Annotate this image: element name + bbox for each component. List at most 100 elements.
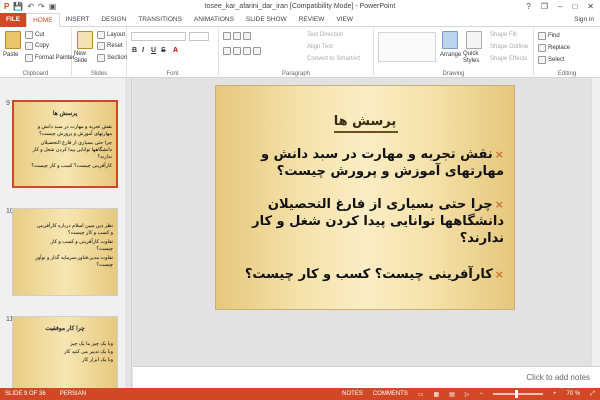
canvas-scrollbar[interactable]	[591, 78, 600, 366]
help-button[interactable]: ?	[526, 2, 530, 11]
slide-bullet-2[interactable]: ×چرا حتی بسیاری از فارغ التحصیلان دانشگا…	[224, 196, 504, 247]
arrange-icon[interactable]	[442, 31, 458, 49]
format-painter-button[interactable]: Format Painter	[25, 54, 75, 62]
align-buttons[interactable]	[223, 47, 261, 55]
notes-pane[interactable]: Click to add notes	[133, 366, 600, 388]
reset-icon	[97, 42, 105, 50]
new-slide-icon[interactable]	[77, 31, 93, 49]
notes-toggle[interactable]: NOTES	[342, 391, 363, 397]
reset-button[interactable]: Reset	[97, 42, 123, 50]
close-button[interactable]: ✕	[587, 2, 594, 11]
tab-home[interactable]: HOME	[26, 12, 60, 27]
comments-toggle[interactable]: COMMENTS	[373, 391, 408, 397]
zoom-out-icon[interactable]: −	[479, 391, 483, 397]
italic-button[interactable]: I	[142, 47, 144, 54]
sign-in-link[interactable]: Sign in	[574, 16, 600, 23]
layout-button[interactable]: Layout	[97, 31, 125, 39]
thumbnail-line: دانشگاهها توانایی پیدا کردن شغل و کار	[32, 147, 112, 153]
tab-review[interactable]: REVIEW	[293, 13, 331, 27]
align-center-icon	[233, 47, 241, 55]
select-button[interactable]: Select	[538, 56, 565, 64]
ribbon: Paste Cut Copy Format Painter Clipboard …	[0, 27, 600, 78]
bullets-icon	[223, 32, 231, 40]
tab-design[interactable]: DESIGN	[95, 13, 132, 27]
new-slide-button[interactable]: New Slide	[74, 51, 96, 65]
tab-insert[interactable]: INSERT	[60, 13, 96, 27]
section-icon	[97, 54, 105, 62]
copy-button[interactable]: Copy	[25, 42, 49, 50]
fit-slide-icon[interactable]: ⤢	[590, 391, 595, 398]
shape-effects-button[interactable]: Shape Effects	[490, 56, 527, 62]
save-icon[interactable]: 💾	[13, 2, 23, 11]
thumbnail-line: چرا حتی بسیاری از فارغ التحصیلان	[40, 140, 112, 146]
thumbnail-line: ندارند؟	[97, 154, 113, 160]
bullets-button[interactable]	[223, 32, 251, 40]
font-color-button[interactable]: A	[173, 47, 178, 54]
zoom-level[interactable]: 70 %	[567, 391, 581, 397]
slides-label: Slides	[90, 71, 108, 77]
slideshow-view-icon[interactable]: ▷	[465, 391, 470, 398]
tab-view[interactable]: VIEW	[330, 13, 359, 27]
align-left-icon	[223, 47, 231, 55]
ribbon-display-button[interactable]: ❐	[541, 2, 548, 11]
undo-icon[interactable]: ↶	[27, 2, 34, 11]
shapes-gallery[interactable]	[378, 32, 436, 62]
tab-file[interactable]: FILE	[0, 12, 27, 27]
align-text-button[interactable]: Align Text	[307, 44, 333, 50]
powerpoint-logo-icon[interactable]: P	[4, 2, 9, 11]
shape-fill-button[interactable]: Shape Fill	[490, 32, 517, 38]
bullet-text: چرا حتی بسیاری از فارغ التحصیلان	[267, 197, 493, 212]
slide-thumbnail-9[interactable]: پرسش ها نقش تجربه و مهارت در سبد دانش و …	[12, 100, 118, 188]
strikethrough-button[interactable]: S	[161, 47, 166, 54]
redo-icon[interactable]: ↷	[38, 2, 45, 11]
current-slide[interactable]: پرسش ها ×نقش تجربه و مهارت در سبد دانش و…	[215, 85, 515, 310]
convert-smartart-button[interactable]: Convert to SmartArt	[307, 56, 360, 62]
thumbnail-line: تفاوت کارآفرینی و کسب و کار	[50, 239, 113, 245]
find-button[interactable]: Find	[538, 32, 560, 40]
thumbnail-line: وبا یک چیز ما یک چیز	[70, 341, 113, 347]
reading-view-icon[interactable]: ▤	[449, 391, 455, 398]
thumbnail-line: چیست؟	[96, 262, 113, 268]
language-indicator[interactable]: PERSIAN	[60, 391, 86, 397]
slide-bullet-3[interactable]: ×کارآفرینی چیست؟ کسب و کار چیست؟	[224, 266, 504, 283]
tab-animations[interactable]: ANIMATIONS	[188, 13, 240, 27]
zoom-slider-thumb[interactable]	[514, 390, 518, 398]
start-slideshow-icon[interactable]: ▣	[49, 2, 57, 11]
font-name-combo[interactable]	[131, 32, 186, 41]
replace-icon	[538, 44, 546, 52]
title-bar: P 💾 ↶ ↷ ▣ tosee_kar_afarini_dar_iran [Co…	[0, 0, 600, 13]
paste-button[interactable]: Paste	[3, 52, 18, 58]
slide-thumbnail-10[interactable]: نظر دین مبین اسلام درباره کارآفرینی و کس…	[12, 208, 118, 296]
slide-bullet-1[interactable]: ×نقش تجربه و مهارت در سبد دانش و مهارتها…	[224, 146, 504, 180]
tab-transitions[interactable]: TRANSITIONS	[132, 13, 188, 27]
paste-icon[interactable]	[5, 31, 21, 49]
thumbnail-line: وبا یک ابزار کار	[81, 357, 113, 363]
paragraph-group: Text Direction Align Text Convert to Sma…	[219, 27, 374, 78]
text-direction-button[interactable]: Text Direction	[307, 32, 343, 38]
slide-sorter-icon[interactable]: ▦	[434, 391, 440, 398]
slide-thumbnail-11[interactable]: چرا کار موفقیت وبا یک چیز ما یک چیز وبا …	[12, 316, 118, 388]
scissors-icon	[25, 31, 33, 39]
font-size-combo[interactable]	[189, 32, 209, 41]
underline-button[interactable]: U	[151, 47, 156, 54]
quick-styles-icon[interactable]	[466, 31, 482, 49]
normal-view-icon[interactable]: ▭	[418, 391, 424, 398]
thumbnail-scrollbar[interactable]	[125, 78, 131, 388]
drawing-label: Drawing	[442, 71, 465, 77]
section-button[interactable]: Section	[97, 54, 127, 62]
quick-styles-button[interactable]: Quick Styles	[463, 51, 485, 65]
font-group: B I U S A Font	[127, 27, 219, 78]
minimize-button[interactable]: –	[558, 2, 562, 11]
maximize-button[interactable]: □	[572, 2, 577, 11]
thumbnail-title: چرا کار موفقیت	[45, 326, 85, 332]
replace-button[interactable]: Replace	[538, 44, 570, 52]
slide-title[interactable]: پرسش ها	[216, 114, 514, 129]
zoom-slider[interactable]	[492, 390, 543, 398]
cut-button[interactable]: Cut	[25, 31, 44, 39]
arrange-button[interactable]: Arrange	[440, 52, 461, 58]
bullet-text: دانشگاهها توانایی پیدا کردن شغل و کار	[252, 214, 504, 229]
shape-outline-button[interactable]: Shape Outline	[490, 44, 528, 50]
bold-button[interactable]: B	[132, 47, 137, 54]
zoom-in-icon[interactable]: +	[553, 391, 557, 397]
tab-slide-show[interactable]: SLIDE SHOW	[240, 13, 293, 27]
